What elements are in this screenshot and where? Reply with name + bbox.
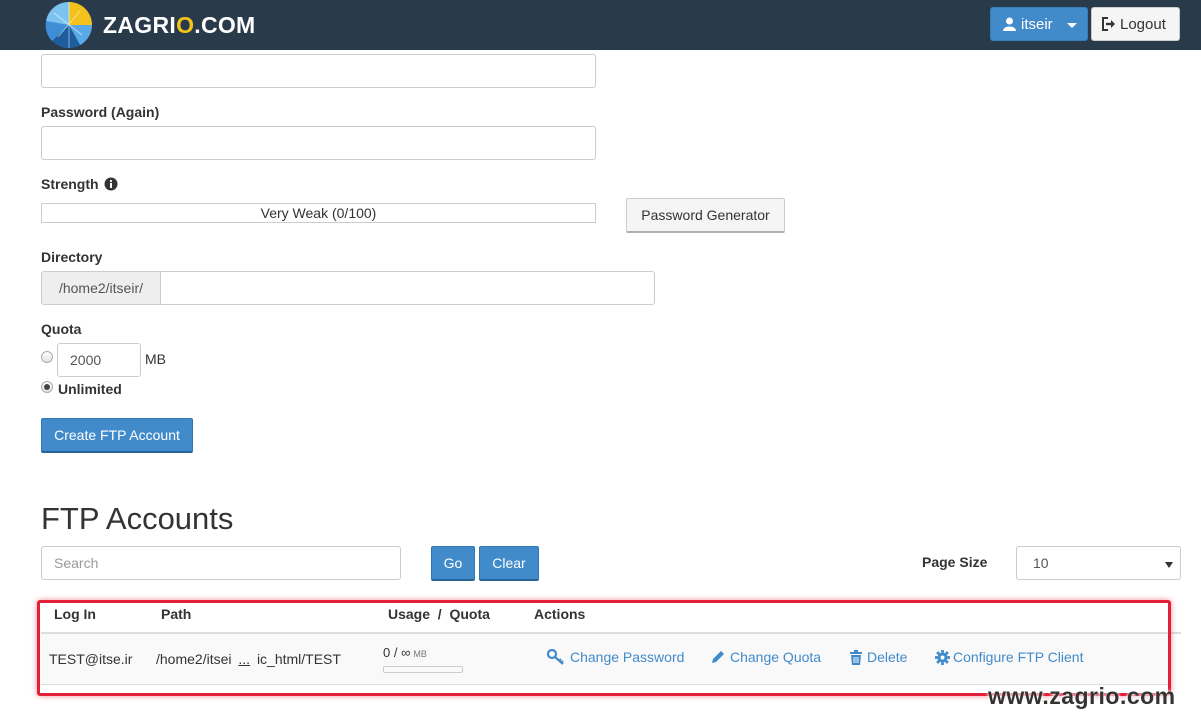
logout-label: Logout	[1120, 15, 1166, 33]
password-strength-meter: Very Weak (0/100)	[41, 203, 596, 223]
quota-unlimited-radio[interactable]	[41, 381, 53, 393]
directory-prefix: /home2/itseir/	[41, 271, 161, 305]
directory-input[interactable]	[160, 271, 655, 305]
go-button[interactable]: Go	[431, 546, 475, 581]
brand-name[interactable]: ZAGRIO.COM	[103, 12, 256, 39]
password-again-label: Password (Again)	[41, 104, 160, 120]
user-menu-button[interactable]: itseir	[990, 7, 1088, 41]
logout-icon	[1102, 17, 1115, 31]
password-generator-button[interactable]: Password Generator	[626, 198, 785, 233]
page-size-select[interactable]: 10	[1016, 546, 1181, 580]
directory-label: Directory	[41, 249, 103, 265]
user-icon	[1003, 17, 1016, 31]
quota-limited-radio[interactable]	[41, 351, 53, 363]
logout-button[interactable]: Logout	[1091, 7, 1180, 41]
info-icon[interactable]	[104, 177, 118, 191]
zagrio-logo-icon[interactable]	[44, 1, 94, 49]
page-size-value: 10	[1033, 555, 1049, 571]
ftp-accounts-title: FTP Accounts	[41, 501, 234, 536]
strength-label: Strength	[41, 176, 99, 192]
user-name: itseir	[1021, 15, 1053, 33]
quota-label: Quota	[41, 321, 82, 337]
chevron-down-icon	[1067, 23, 1077, 28]
quota-input[interactable]: 2000	[57, 343, 141, 377]
quota-unit: MB	[145, 351, 166, 367]
search-input[interactable]: Search	[41, 546, 401, 580]
strength-heading: Strength	[41, 176, 118, 192]
dropdown-arrow-icon	[1165, 562, 1173, 568]
password-again-input[interactable]	[41, 126, 596, 160]
top-navbar: ZAGRIO.COM itseir Logout	[0, 0, 1201, 50]
password-input[interactable]	[41, 54, 596, 88]
unlimited-label[interactable]: Unlimited	[58, 381, 122, 397]
page-size-label: Page Size	[922, 554, 988, 570]
watermark: www.zagrio.com	[988, 683, 1176, 709]
clear-button[interactable]: Clear	[479, 546, 539, 581]
create-ftp-account-button[interactable]: Create FTP Account	[41, 418, 193, 453]
highlight-frame	[37, 600, 1171, 696]
